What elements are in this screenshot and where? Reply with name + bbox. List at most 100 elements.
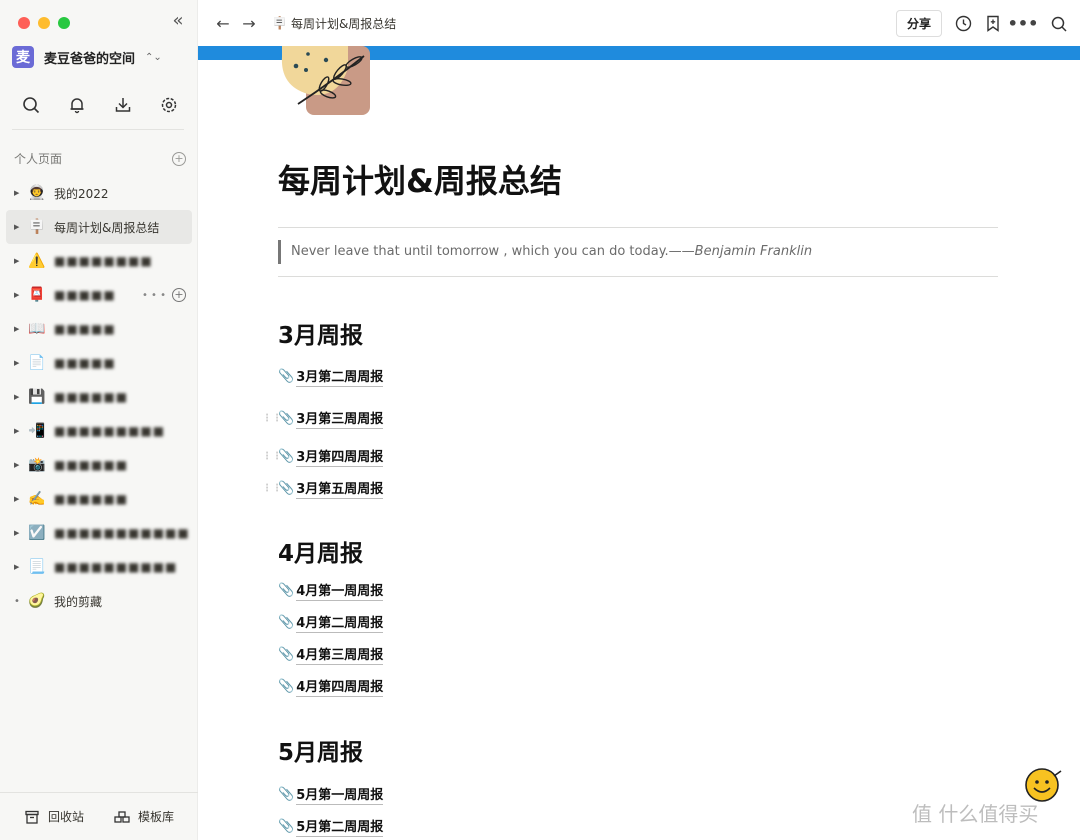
download-icon[interactable]: [112, 94, 134, 116]
maximize-window-button[interactable]: [58, 17, 70, 29]
paperclip-icon: 📎: [278, 647, 295, 662]
page-emoji-icon: ☑️: [28, 525, 46, 541]
sidebar-item[interactable]: ▶ 💾 ■■■■■■: [6, 380, 192, 414]
drag-handle-icon[interactable]: ⋮⋮: [262, 483, 282, 494]
sidebar-item[interactable]: ▶ 📲 ■■■■■■■■■: [6, 414, 192, 448]
page-link[interactable]: ⋮⋮ 📎 3月第五周周报: [262, 478, 384, 499]
page-icon-illustration[interactable]: [278, 46, 388, 118]
page-tree: ▶ 👨‍🚀 我的2022 ▶ 🪧 每周计划&周报总结 ▶ ⚠️ ■■■■■■■■ ▶ 📮 ■■■■■ •…: [6, 176, 192, 618]
page-link[interactable]: ⋮⋮ 📎 3月第三周周报: [262, 408, 384, 429]
bullet-icon: •: [14, 595, 20, 607]
page-emoji-icon: ✍️: [28, 491, 46, 507]
add-subpage-icon[interactable]: +: [172, 288, 186, 302]
page-link[interactable]: 📎 4月第一周周报: [278, 580, 384, 601]
expand-caret-icon[interactable]: ▶: [14, 291, 24, 299]
sidebar-item[interactable]: ▶ ✍️ ■■■■■■: [6, 482, 192, 516]
expand-caret-icon[interactable]: ▶: [14, 325, 24, 333]
paperclip-icon: 📎: [278, 583, 295, 598]
expand-caret-icon[interactable]: ▶: [14, 359, 24, 367]
page-emoji-icon: 📸: [28, 457, 46, 473]
section-heading[interactable]: 4月周报: [278, 534, 363, 568]
expand-caret-icon[interactable]: ▶: [14, 461, 24, 469]
drag-handle-icon[interactable]: ⋮⋮: [262, 413, 282, 424]
page-emoji-icon: 💾: [28, 389, 46, 405]
sidebar-item[interactable]: ▶ 📖 ■■■■■: [6, 312, 192, 346]
share-button[interactable]: 分享: [895, 10, 942, 37]
expand-caret-icon[interactable]: ▶: [14, 223, 24, 231]
sidebar-item[interactable]: ▶ 📸 ■■■■■■: [6, 448, 192, 482]
section-heading[interactable]: 5月周报: [278, 733, 363, 767]
page-emoji-icon: 🥑: [28, 593, 46, 609]
page-link-label: 4月第一周周报: [296, 580, 384, 601]
arrow-right-icon[interactable]: →: [236, 14, 262, 33]
trash-label: 回收站: [48, 810, 85, 824]
page-link-label: 4月第二周周报: [296, 612, 384, 633]
workspace-avatar: 麦: [12, 46, 34, 68]
breadcrumb-title: 每周计划&周报总结: [290, 16, 397, 31]
expand-caret-icon[interactable]: ▶: [14, 563, 24, 571]
page-link[interactable]: 📎 4月第二周周报: [278, 612, 384, 633]
page-emoji-icon: 🪧: [28, 219, 46, 235]
expand-caret-icon[interactable]: ▶: [14, 393, 24, 401]
workspace-name: 麦豆爸爸的空间: [44, 51, 136, 67]
quote-author: Benjamin Franklin: [694, 244, 813, 259]
close-window-button[interactable]: [18, 17, 30, 29]
templates-button[interactable]: 模板库: [114, 808, 174, 825]
page-link-label: 3月第五周周报: [296, 478, 384, 499]
add-page-icon[interactable]: +: [172, 151, 186, 166]
workspace-switcher[interactable]: 麦 麦豆爸爸的空间 ⌃⌄: [12, 46, 162, 68]
expand-caret-icon[interactable]: ▶: [14, 257, 24, 265]
more-icon[interactable]: •••: [1008, 14, 1039, 33]
quote-block[interactable]: Never leave that until tomorrow , which …: [278, 240, 812, 264]
page-link-label: 4月第三周周报: [296, 644, 384, 665]
bell-icon[interactable]: [66, 94, 88, 116]
page-emoji-icon: 📃: [28, 559, 46, 575]
page-link[interactable]: 📎 5月第二周周报: [278, 816, 384, 837]
arrow-left-icon[interactable]: ←: [210, 14, 236, 33]
search-icon[interactable]: [1050, 15, 1068, 33]
sidebar-item-label: ■■■■■: [54, 288, 116, 302]
page-emoji-icon: ⚠️: [28, 253, 46, 269]
divider: [278, 227, 998, 228]
more-icon[interactable]: • • •: [142, 290, 166, 301]
sidebar-item-label: ■■■■■■: [54, 492, 129, 506]
clock-icon[interactable]: [954, 15, 972, 33]
gear-icon[interactable]: [158, 94, 180, 116]
sidebar-item-label: 每周计划&周报总结: [54, 220, 160, 235]
expand-caret-icon[interactable]: ▶: [14, 427, 24, 435]
section-heading[interactable]: 3月周报: [278, 316, 363, 350]
page-link[interactable]: 📎 3月第二周周报: [278, 366, 384, 387]
expand-caret-icon[interactable]: ▶: [14, 189, 24, 197]
minimize-window-button[interactable]: [38, 17, 50, 29]
sidebar-item[interactable]: ▶ 👨‍🚀 我的2022: [6, 176, 192, 210]
sidebar-toolbar: [20, 94, 180, 116]
collapse-sidebar-icon[interactable]: «: [168, 12, 188, 32]
trash-button[interactable]: 回收站: [24, 808, 84, 825]
sidebar-item[interactable]: ▶ 📮 ■■■■■ • • • +: [6, 278, 192, 312]
page-link[interactable]: 📎 4月第四周周报: [278, 676, 384, 697]
page-emoji-icon: 📮: [28, 287, 46, 303]
search-icon[interactable]: [20, 94, 42, 116]
expand-caret-icon[interactable]: ▶: [14, 495, 24, 503]
sidebar-item[interactable]: ▶ ☑️ ■■■■■■■■■■■: [6, 516, 192, 550]
sidebar-item[interactable]: • 🥑 我的剪藏: [6, 584, 192, 618]
page-link[interactable]: ⋮⋮ 📎 3月第四周周报: [262, 446, 384, 467]
sidebar-item[interactable]: ▶ ⚠️ ■■■■■■■■: [6, 244, 192, 278]
paperclip-icon: 📎: [278, 615, 295, 630]
sidebar: « 麦 麦豆爸爸的空间 ⌃⌄ 个人页面 + ▶ 👨‍🚀 我的2022 ▶ 🪧 每周计划&周…: [0, 0, 198, 840]
section-header-personal: 个人页面 +: [14, 150, 186, 167]
drag-handle-icon[interactable]: ⋮⋮: [262, 451, 282, 462]
sidebar-item[interactable]: ▶ 📄 ■■■■■: [6, 346, 192, 380]
sidebar-item-label: ■■■■■■: [54, 458, 129, 472]
page-link[interactable]: 📎 4月第三周周报: [278, 644, 384, 665]
page-emoji-icon: 📄: [28, 355, 46, 371]
bookmark-add-icon[interactable]: [984, 15, 1002, 33]
sidebar-item[interactable]: ▶ 🪧 每周计划&周报总结: [6, 210, 192, 244]
expand-caret-icon[interactable]: ▶: [14, 529, 24, 537]
breadcrumb-emoji: 🪧: [272, 16, 287, 30]
sidebar-item[interactable]: ▶ 📃 ■■■■■■■■■■: [6, 550, 192, 584]
sidebar-item-label: 我的2022: [54, 186, 109, 201]
page-link[interactable]: 📎 5月第一周周报: [278, 784, 384, 805]
page-title[interactable]: 每周计划&周报总结: [278, 156, 562, 202]
breadcrumb[interactable]: 🪧 每周计划&周报总结: [272, 15, 396, 32]
